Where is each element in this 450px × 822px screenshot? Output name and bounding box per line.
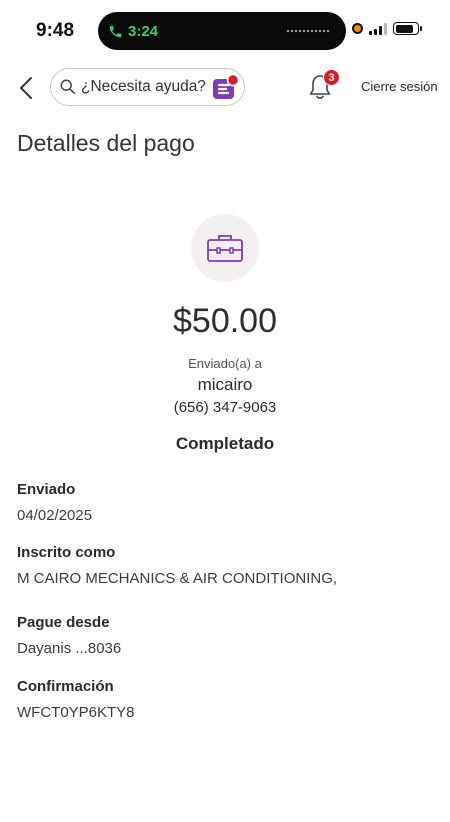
payment-amount: $50.00 [173, 302, 277, 340]
app-header: ¿Necesita ayuda? 3 Cierre sesión [0, 66, 450, 110]
detail-value-confirmation: WFCT0YP6KTY8 [17, 704, 135, 721]
detail-value-enrolled-as: M CAIRO MECHANICS & AIR CONDITIONING, [17, 570, 338, 587]
help-search-button[interactable]: ¿Necesita ayuda? [50, 68, 245, 106]
signout-link[interactable]: Cierre sesión [361, 79, 438, 94]
recording-indicator-icon [352, 23, 363, 34]
detail-value-sent-date: 04/02/2025 [17, 507, 93, 524]
payment-status: Completado [175, 434, 275, 453]
recipient-phone: (656) 347-9063 [173, 399, 277, 416]
assistant-logo-icon [213, 73, 240, 99]
detail-label-paid-from: Pague desde [17, 614, 110, 631]
page-title: Detalles del pago [17, 130, 195, 156]
cellular-signal-icon [369, 22, 387, 35]
battery-icon [393, 22, 422, 35]
status-indicators [352, 22, 422, 35]
dynamic-island[interactable]: 3:24 [98, 12, 346, 50]
call-timer: 3:24 [128, 22, 159, 40]
sent-to-label: Enviado(a) a [188, 356, 262, 371]
detail-label-enrolled-as: Inscrito como [17, 544, 116, 561]
status-time: 9:48 [36, 20, 75, 41]
back-button[interactable] [14, 72, 38, 104]
recipient-name: micairo [197, 375, 253, 394]
detail-value-paid-from: Dayanis ...8036 [17, 640, 122, 657]
search-placeholder: ¿Necesita ayuda? [81, 78, 206, 95]
chevron-left-icon [20, 77, 32, 99]
payment-category-icon [191, 214, 259, 282]
phone-icon [109, 25, 122, 37]
briefcase-icon [207, 235, 243, 262]
detail-label-confirmation: Confirmación [17, 678, 114, 695]
status-bar: 9:48 3:24 [0, 0, 450, 62]
search-icon [60, 79, 76, 95]
audio-waveform-icon [286, 29, 330, 33]
detail-label-sent: Enviado [17, 481, 76, 498]
notification-badge: 3 [323, 69, 340, 86]
call-indicator[interactable]: 3:24 [108, 20, 158, 42]
